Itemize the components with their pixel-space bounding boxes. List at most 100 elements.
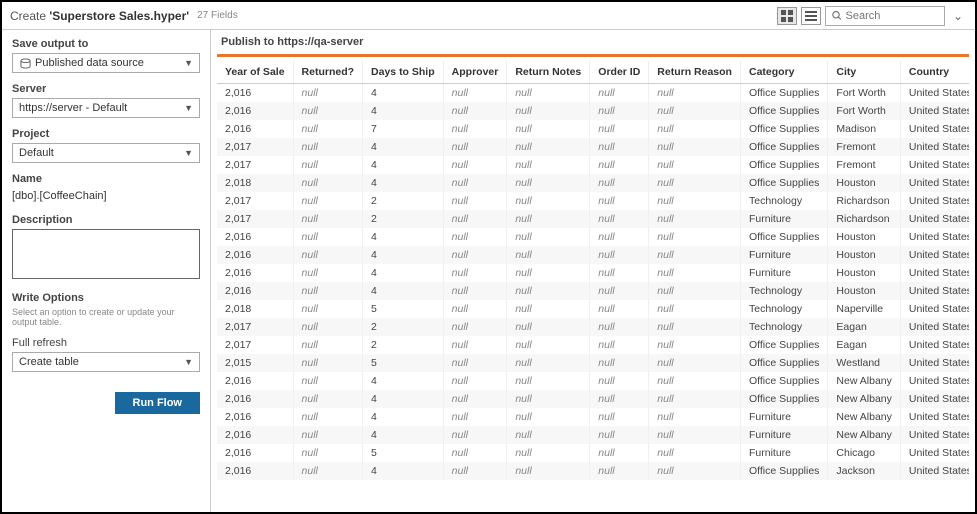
table-cell: null (507, 444, 590, 462)
full-refresh-select[interactable]: Create table ▼ (12, 352, 200, 372)
table-cell: 2,017 (217, 192, 293, 210)
table-cell: New Albany (828, 372, 900, 390)
table-cell: null (590, 282, 649, 300)
table-row[interactable]: 2,017null2nullnullnullnullOffice Supplie… (217, 336, 969, 354)
table-cell: Houston (828, 282, 900, 300)
table-cell: null (443, 444, 507, 462)
column-header[interactable]: Approver (443, 61, 507, 84)
table-cell: Jackson (828, 462, 900, 480)
table-row[interactable]: 2,016null4nullnullnullnullOffice Supplie… (217, 462, 969, 480)
table-cell: 4 (363, 408, 444, 426)
table-row[interactable]: 2,016null4nullnullnullnullOffice Supplie… (217, 390, 969, 408)
table-cell: Eagan (828, 318, 900, 336)
table-row[interactable]: 2,017null4nullnullnullnullOffice Supplie… (217, 138, 969, 156)
column-header[interactable]: Return Notes (507, 61, 590, 84)
table-row[interactable]: 2,018null5nullnullnullnullTechnologyNape… (217, 300, 969, 318)
table-cell: null (443, 156, 507, 174)
table-cell: null (649, 408, 741, 426)
column-header[interactable]: Order ID (590, 61, 649, 84)
table-cell: null (649, 336, 741, 354)
table-row[interactable]: 2,017null2nullnullnullnullTechnologyRich… (217, 192, 969, 210)
table-cell: United States (900, 318, 969, 336)
datasource-icon (19, 57, 31, 69)
table-row[interactable]: 2,016null4nullnullnullnullOffice Supplie… (217, 372, 969, 390)
table-cell: United States (900, 192, 969, 210)
table-cell: null (649, 282, 741, 300)
table-cell: null (293, 354, 363, 372)
full-refresh-label: Full refresh (12, 337, 200, 349)
table-cell: null (293, 282, 363, 300)
table-cell: null (649, 156, 741, 174)
table-cell: Fremont (828, 156, 900, 174)
table-cell: 2,016 (217, 264, 293, 282)
project-label: Project (12, 128, 200, 140)
table-cell: Furniture (740, 426, 827, 444)
table-cell: United States (900, 336, 969, 354)
table-cell: Houston (828, 264, 900, 282)
table-cell: null (293, 192, 363, 210)
table-row[interactable]: 2,017null2nullnullnullnullFurnitureRicha… (217, 210, 969, 228)
save-output-select[interactable]: Published data source ▼ (12, 53, 200, 73)
table-cell: United States (900, 246, 969, 264)
table-cell: null (443, 390, 507, 408)
table-row[interactable]: 2,017null2nullnullnullnullTechnologyEaga… (217, 318, 969, 336)
table-cell: null (649, 192, 741, 210)
caret-down-icon: ▼ (184, 357, 193, 367)
search-input[interactable] (846, 10, 938, 22)
table-row[interactable]: 2,016null4nullnullnullnullTechnologyHous… (217, 282, 969, 300)
table-row[interactable]: 2,016null4nullnullnullnullOffice Supplie… (217, 84, 969, 103)
table-row[interactable]: 2,016null4nullnullnullnullFurnitureHoust… (217, 246, 969, 264)
table-row[interactable]: 2,016null4nullnullnullnullOffice Supplie… (217, 102, 969, 120)
run-flow-button[interactable]: Run Flow (115, 392, 201, 414)
table-cell: null (443, 84, 507, 103)
description-input[interactable] (12, 229, 200, 279)
grid-view-button[interactable] (777, 7, 797, 25)
name-value: [dbo].[CoffeeChain] (12, 188, 200, 204)
column-header[interactable]: Country (900, 61, 969, 84)
table-cell: null (443, 318, 507, 336)
table-cell: Office Supplies (740, 84, 827, 103)
list-view-button[interactable] (801, 7, 821, 25)
table-row[interactable]: 2,016null7nullnullnullnullOffice Supplie… (217, 120, 969, 138)
caret-down-icon: ▼ (184, 58, 193, 68)
table-row[interactable]: 2,016null4nullnullnullnullFurnitureHoust… (217, 264, 969, 282)
table-row[interactable]: 2,016null5nullnullnullnullFurnitureChica… (217, 444, 969, 462)
column-header[interactable]: Return Reason (649, 61, 741, 84)
table-cell: 5 (363, 444, 444, 462)
table-row[interactable]: 2,015null5nullnullnullnullOffice Supplie… (217, 354, 969, 372)
column-header[interactable]: City (828, 61, 900, 84)
table-cell: 4 (363, 174, 444, 192)
search-box[interactable] (825, 6, 945, 26)
collapse-chevron-icon[interactable]: ⌄ (949, 9, 967, 23)
table-cell: Houston (828, 246, 900, 264)
table-cell: null (649, 174, 741, 192)
table-cell: null (443, 264, 507, 282)
table-cell: null (293, 426, 363, 444)
table-cell: null (507, 192, 590, 210)
table-cell: null (590, 102, 649, 120)
table-cell: null (293, 228, 363, 246)
column-header[interactable]: Returned? (293, 61, 363, 84)
data-preview-table[interactable]: Year of SaleReturned?Days to ShipApprove… (217, 61, 969, 506)
table-cell: null (590, 426, 649, 444)
write-options-help: Select an option to create or update you… (12, 307, 200, 327)
table-cell: 4 (363, 84, 444, 103)
table-row[interactable]: 2,016null4nullnullnullnullOffice Supplie… (217, 228, 969, 246)
table-cell: Office Supplies (740, 354, 827, 372)
table-cell: 2,016 (217, 84, 293, 103)
table-row[interactable]: 2,018null4nullnullnullnullOffice Supplie… (217, 174, 969, 192)
column-header[interactable]: Days to Ship (363, 61, 444, 84)
table-cell: Richardson (828, 192, 900, 210)
table-row[interactable]: 2,016null4nullnullnullnullFurnitureNew A… (217, 426, 969, 444)
table-cell: 2,016 (217, 462, 293, 480)
table-row[interactable]: 2,017null4nullnullnullnullOffice Supplie… (217, 156, 969, 174)
table-cell: null (443, 300, 507, 318)
column-header[interactable]: Category (740, 61, 827, 84)
column-header[interactable]: Year of Sale (217, 61, 293, 84)
table-cell: null (649, 390, 741, 408)
server-select[interactable]: https://server - Default ▼ (12, 98, 200, 118)
project-select[interactable]: Default ▼ (12, 143, 200, 163)
table-row[interactable]: 2,016null4nullnullnullnullFurnitureNew A… (217, 408, 969, 426)
table-cell: United States (900, 210, 969, 228)
table-cell: Furniture (740, 408, 827, 426)
